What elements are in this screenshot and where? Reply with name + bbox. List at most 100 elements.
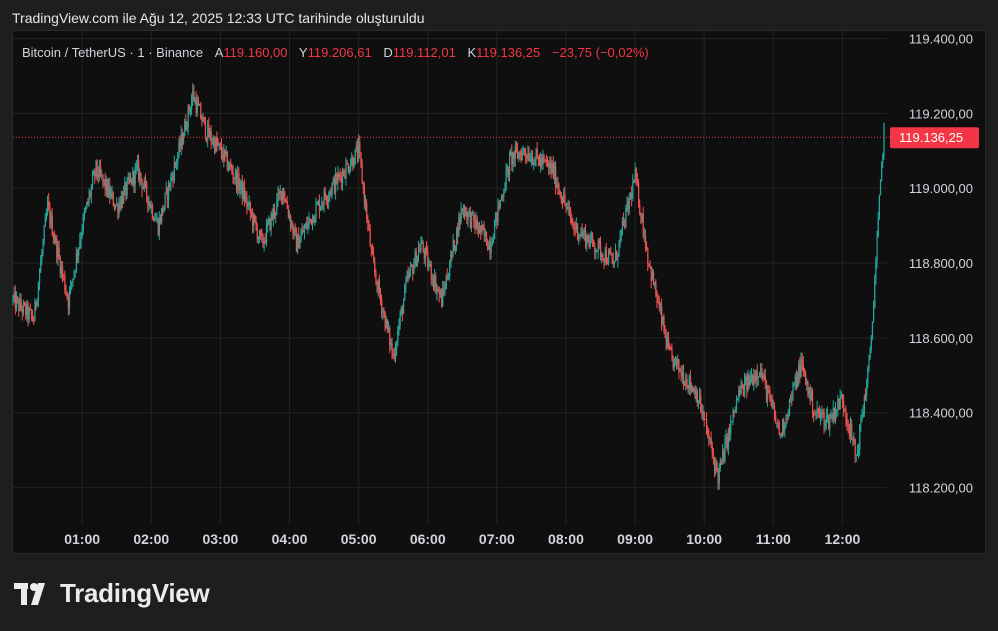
candle-body [702,412,704,415]
candle-body [230,163,232,168]
candle-body [283,188,285,198]
candle-body [876,237,878,262]
candle-body [346,163,348,165]
candle-body [727,428,730,449]
candle-body [439,291,442,295]
candle-body [714,457,716,472]
candle-body [586,235,588,247]
candle-body [77,252,79,256]
candle-body [814,414,816,416]
candle-body [600,242,602,257]
candle-body [101,174,103,176]
candle-body [45,213,48,219]
candle-body [149,202,151,209]
candle-body [434,275,436,288]
candle-body [806,381,808,385]
candle-body [408,271,410,278]
candle-body [519,153,521,155]
candle-body [768,390,770,392]
candle-body [86,201,88,209]
candle-body [879,179,882,196]
candle-body [541,157,543,165]
candle-body [13,292,15,298]
candle-body [343,171,345,176]
candle-body [81,230,83,237]
candle-body [17,297,19,300]
candle-body [90,186,93,196]
high-label: Y [298,45,308,60]
candle-body [232,172,234,179]
candle-body [203,117,205,120]
candle-body [297,234,299,252]
candle-body [82,214,84,231]
tradingview-logo[interactable]: TradingView [14,578,210,609]
candle-body [159,217,162,223]
candle-body [562,202,564,204]
candle-body [801,359,803,365]
candle-body [472,212,474,214]
candle-body [189,109,192,111]
candle-body [345,163,347,179]
candle-body [388,328,390,330]
time-tick-label: 08:00 [548,531,584,547]
candle-body [261,234,263,237]
candle-body [171,176,173,178]
candle-body [537,155,540,161]
candle-body [823,412,825,426]
candle-body [95,160,97,176]
candle-body [657,301,659,303]
candle-body [772,406,775,408]
candle-body [583,230,586,233]
candle-body [399,313,401,326]
candle-body [163,206,165,213]
candle-body [606,262,609,264]
price-tick-label: 118.600,00 [909,331,973,346]
time-tick-label: 09:00 [617,531,653,547]
candle-body [263,240,265,245]
candle-body [244,187,246,202]
candle-body [763,375,765,380]
candle-body [696,390,698,404]
candle-body [502,197,504,199]
candle-body [359,141,361,153]
candle-body [350,164,352,171]
candle-body [700,395,702,412]
candle-body [662,316,664,325]
candle-body [581,230,583,237]
candle-body [739,389,741,395]
candle-body [360,152,362,165]
candle-body [47,201,49,214]
candle-body [722,450,724,462]
candle-body [765,381,768,400]
candlestick-chart[interactable]: 119.400,00 119.200,00 119.000,00 118.800,00… [0,0,998,631]
candle-body [222,154,224,161]
candle-body [870,337,872,349]
candle-body [344,175,346,179]
candle-body [610,253,612,256]
change-value: −23,75 (−0,02%) [551,45,649,60]
candle-body [396,343,398,350]
candle-body [242,187,245,199]
symbol-label[interactable]: Bitcoin / TetherUS · 1 · Binance [22,45,203,60]
candle-body [753,375,755,386]
candle-body [307,222,309,229]
candle-body [89,193,91,196]
candle-body [333,178,336,193]
candle-body [178,142,180,156]
candle-body [146,182,148,197]
candle-body [529,160,531,162]
candle-body [153,217,155,221]
candle-body [338,173,340,175]
candle-body [201,118,203,122]
candle-body [449,267,451,278]
candle-body [465,212,467,216]
candle-body [206,137,208,141]
candle-body [383,310,385,313]
candle-body [697,402,700,404]
candle-body [457,227,459,237]
time-tick-label: 10:00 [686,531,722,547]
candle-body [724,441,726,461]
candle-body [745,376,747,381]
candle-body [628,197,631,210]
candle-body [843,400,845,410]
